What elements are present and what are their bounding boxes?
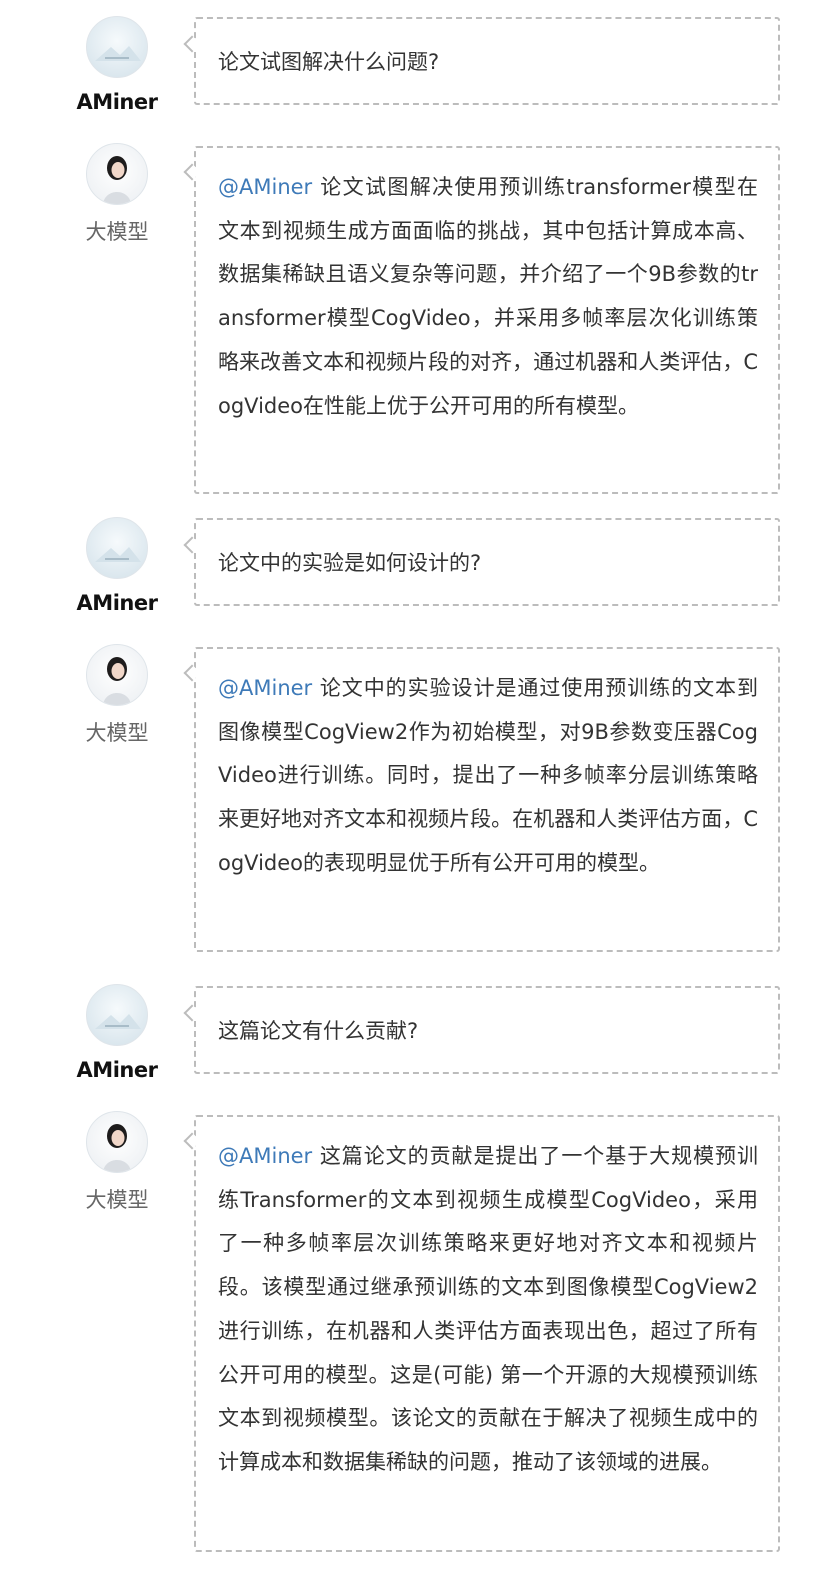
sender-name: 大模型 xyxy=(85,1188,149,1212)
aminer-avatar-icon xyxy=(86,517,148,579)
answer-text: @AMiner 论文中的实验设计是通过使用预训练的文本到图像模型CogView2… xyxy=(218,667,758,886)
message-bubble: 论文中的实验是如何设计的? xyxy=(194,518,780,606)
mention-tag[interactable]: @AMiner xyxy=(218,175,312,199)
answer-text: @AMiner 这篇论文的贡献是提出了一个基于大规模预训练Transformer… xyxy=(218,1135,758,1485)
question-text: 论文试图解决什么问题? xyxy=(218,50,440,74)
message-bubble: @AMiner 这篇论文的贡献是提出了一个基于大规模预训练Transformer… xyxy=(194,1115,780,1552)
llm-avatar-icon xyxy=(86,143,148,205)
llm-avatar-icon xyxy=(86,1111,148,1173)
sender-name: AMiner xyxy=(76,90,158,114)
mention-tag[interactable]: @AMiner xyxy=(218,676,312,700)
message-bubble: @AMiner 论文中的实验设计是通过使用预训练的文本到图像模型CogView2… xyxy=(194,647,780,952)
answer-text: @AMiner 论文试图解决使用预训练transformer模型在文本到视频生成… xyxy=(218,166,758,428)
aminer-avatar-icon xyxy=(86,984,148,1046)
sender-name: AMiner xyxy=(76,591,158,615)
sender-name: 大模型 xyxy=(85,721,149,745)
answer-body: 论文中的实验设计是通过使用预训练的文本到图像模型CogView2作为初始模型，对… xyxy=(218,676,758,875)
message-bubble: 这篇论文有什么贡献? xyxy=(194,986,780,1074)
message-bubble: 论文试图解决什么问题? xyxy=(194,17,780,105)
question-text: 论文中的实验是如何设计的? xyxy=(218,551,482,575)
mention-tag[interactable]: @AMiner xyxy=(218,1144,312,1168)
question-text: 这篇论文有什么贡献? xyxy=(218,1019,419,1043)
sender-name: AMiner xyxy=(76,1058,158,1082)
llm-avatar-icon xyxy=(86,644,148,706)
answer-body: 这篇论文的贡献是提出了一个基于大规模预训练Transformer的文本到视频生成… xyxy=(218,1144,758,1474)
sender-name: 大模型 xyxy=(85,220,149,244)
answer-body: 论文试图解决使用预训练transformer模型在文本到视频生成方面面临的挑战，… xyxy=(218,175,758,418)
message-bubble: @AMiner 论文试图解决使用预训练transformer模型在文本到视频生成… xyxy=(194,146,780,494)
aminer-avatar-icon xyxy=(86,16,148,78)
